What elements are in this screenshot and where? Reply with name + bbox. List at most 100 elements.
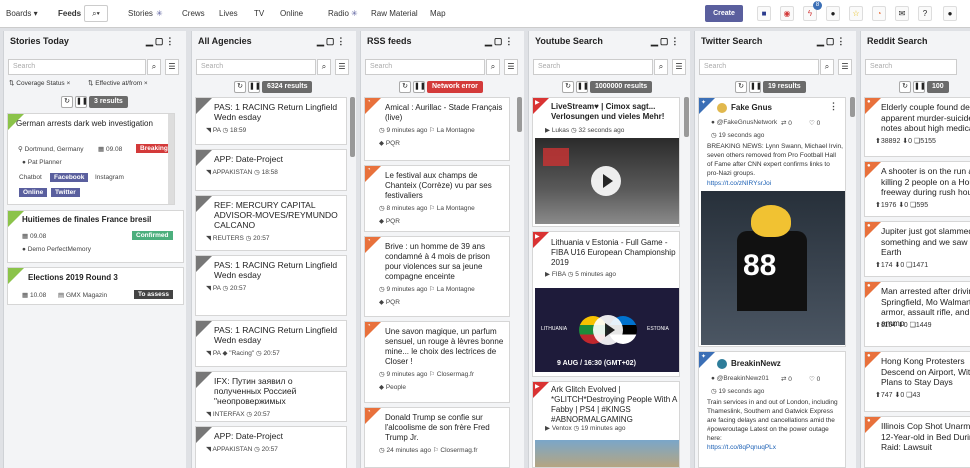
pause-icon[interactable]: ❚❚ (749, 81, 762, 93)
search-input[interactable]: Search (196, 59, 316, 75)
reddit-card[interactable]: ● Hong Kong Protesters Descend on Airport… (864, 351, 970, 412)
tweet-link[interactable]: https://t.co/zNIRYsrJoi (707, 179, 771, 189)
pause-icon[interactable]: ❚❚ (248, 81, 261, 93)
agency-card[interactable]: APP: Date-Project ◥ APPAKISTAN ◷ 18:58 (195, 149, 347, 191)
help-icon[interactable]: ? (918, 6, 932, 21)
rss-card[interactable]: ◔ Amical : Aurillac - Stade Français (liv… (364, 97, 510, 161)
retweet-count[interactable]: ⇄ 0 (781, 375, 792, 383)
refresh-icon[interactable]: ↻ (234, 81, 246, 93)
filter-settings-icon[interactable]: ☰ (165, 59, 179, 75)
pause-icon[interactable]: ❚❚ (413, 81, 426, 93)
scrollbar[interactable] (350, 97, 355, 157)
pause-icon[interactable]: ❚❚ (576, 81, 589, 93)
tweet-menu-icon[interactable]: ⋮ (829, 101, 838, 112)
scrollbar[interactable] (684, 97, 689, 137)
nav-raw-material[interactable]: Raw Material (371, 0, 418, 28)
agency-card[interactable]: REF: MERCURY CAPITAL ADVISOR-MOVES/REYMU… (195, 195, 347, 251)
nav-radio[interactable]: Radio (328, 0, 349, 28)
rss-card[interactable]: ◔ Donald Trump se confie sur l'alcoolisme… (364, 407, 510, 468)
rss-card[interactable]: ◔ Brive : un homme de 39 ans condamné à 4… (364, 236, 510, 317)
feeds-search-dropdown[interactable]: ⌕▾ (84, 5, 108, 22)
agency-card[interactable]: PAS: 1 RACING Return Lingfield Wedn esda… (195, 97, 347, 145)
scrollbar[interactable] (517, 97, 522, 132)
filter-settings-icon[interactable]: ☰ (672, 59, 686, 75)
like-count[interactable]: ♡ 0 (809, 119, 820, 127)
refresh-icon[interactable]: ↻ (562, 81, 574, 93)
nav-lives[interactable]: Lives (219, 0, 238, 28)
story-card[interactable]: Huitiemes de finales France bresil ▦ 09.… (7, 210, 184, 263)
scrollbar[interactable] (850, 97, 855, 117)
search-input[interactable]: Search (365, 59, 485, 75)
pause-icon[interactable]: ❚❚ (913, 81, 926, 93)
like-count[interactable]: ♡ 0 (809, 375, 820, 383)
refresh-icon[interactable]: ↻ (399, 81, 411, 93)
boards-menu[interactable]: Boards ▾ (6, 0, 38, 28)
filter-settings-icon[interactable]: ☰ (335, 59, 349, 75)
rss-icon[interactable]: ◔ (872, 6, 886, 21)
channel-facebook[interactable]: Facebook (50, 173, 89, 182)
nav-map[interactable]: Map (430, 0, 446, 28)
nav-online[interactable]: Online (280, 0, 303, 28)
reddit-card[interactable]: ● Elderly couple found dead apparent murd… (864, 97, 970, 157)
create-button[interactable]: Create (705, 5, 743, 22)
search-input[interactable]: Search (8, 59, 146, 75)
window-controls-icon[interactable]: ▁▢⋮ (317, 36, 347, 47)
tweet-link[interactable]: https://t.co/8qPqnuqPLx (707, 443, 776, 453)
tweet-card[interactable]: ✦ Fake Gnus ⋮ ● @FakeGnusNetwork ⇄ 0 ♡ 0… (698, 97, 846, 347)
search-icon[interactable]: ⌕ (317, 59, 331, 75)
nav-tv[interactable]: TV (254, 0, 264, 28)
window-controls-icon[interactable]: ▁▢⋮ (817, 36, 847, 47)
account-icon[interactable]: ● (943, 6, 957, 21)
window-controls-icon[interactable]: ▁▢⋮ (146, 36, 176, 47)
card-expand-handle[interactable] (168, 114, 174, 204)
window-controls-icon[interactable]: ▁▢⋮ (485, 36, 515, 47)
video-thumbnail[interactable] (535, 138, 679, 224)
refresh-icon[interactable]: ↻ (899, 81, 911, 93)
target-icon[interactable]: ◉ (780, 6, 794, 21)
search-icon[interactable]: ⌕ (147, 59, 161, 75)
filter-settings-icon[interactable]: ☰ (504, 59, 518, 75)
video-card[interactable]: ▶ Ark Glitch Evolved | *GLITCH*Destroyin… (532, 381, 680, 468)
channel-instagram[interactable]: Instagram (95, 174, 124, 181)
retweet-count[interactable]: ⇄ 0 (781, 119, 792, 127)
tweet-card[interactable]: ✦ BreakinNewz ● @BreakinNewz01 ⇄ 0 ♡ 0 ◷… (698, 351, 846, 468)
refresh-icon[interactable]: ↻ (61, 96, 73, 108)
refresh-icon[interactable]: ↻ (735, 81, 747, 93)
agency-card[interactable]: PAS: 1 RACING Return Lingfield Wedn esda… (195, 320, 347, 367)
tweet-image[interactable]: 88 (701, 191, 845, 345)
filter-effective[interactable]: ⇅ Effective at/from × (88, 79, 148, 87)
channel-online[interactable]: Online (19, 188, 48, 197)
search-icon[interactable]: ⌕ (486, 59, 500, 75)
reddit-card[interactable]: ●Jupiter just got slammed by something a… (864, 221, 970, 277)
reddit-card[interactable]: ●A shooter is on the run after killing 2… (864, 161, 970, 217)
window-controls-icon[interactable]: ▁▢⋮ (651, 36, 681, 47)
search-icon[interactable]: ⌕ (654, 59, 668, 75)
search-input[interactable]: Search (699, 59, 819, 75)
nav-stories[interactable]: Stories (128, 0, 153, 28)
story-card[interactable]: German arrests dark web investigation ⚲ … (7, 113, 175, 205)
filter-settings-icon[interactable]: ☰ (838, 59, 852, 75)
video-card[interactable]: ▶ LiveStream♥ | Cimox sagt... Verlosunge… (532, 97, 680, 227)
reddit-card[interactable]: ● Illinois Cop Shot Unarmed 12-Year-old i… (864, 416, 970, 468)
agency-card[interactable]: PAS: 1 RACING Return Lingfield Wedn esda… (195, 255, 347, 316)
agency-card[interactable]: APP: Date-Project ◥ APPAKISTAN ◷ 20:57 (195, 426, 347, 468)
chat-icon[interactable]: ✉ (895, 6, 909, 21)
flag-icon[interactable]: ■ (757, 6, 771, 21)
video-card[interactable]: ▶ Lithuania v Estonia - Full Game - FIBA… (532, 231, 680, 377)
channel-twitter[interactable]: Twitter (51, 188, 80, 197)
play-icon[interactable] (593, 315, 623, 345)
reddit-card[interactable]: ●Man arrested after driving Springfield,… (864, 281, 970, 347)
search-input[interactable]: Search (865, 59, 957, 75)
search-input[interactable]: Search (533, 59, 653, 75)
nav-crews[interactable]: Crews (182, 0, 205, 28)
video-thumbnail[interactable] (535, 440, 679, 467)
rss-card[interactable]: ◔ Une savon magique, un parfum sensuel, u… (364, 321, 510, 403)
filter-coverage[interactable]: ⇅ Coverage Status × (9, 79, 70, 87)
search-icon[interactable]: ⌕ (820, 59, 834, 75)
user-icon[interactable]: ● (826, 6, 840, 21)
channel-chatbot[interactable]: Chatbot (19, 174, 42, 181)
play-icon[interactable] (591, 166, 621, 196)
video-thumbnail[interactable]: LITHUANIA ESTONIA 9 AUG / 16:30 (GMT+02) (535, 288, 679, 372)
story-card[interactable]: Elections 2019 Round 3 ▦ 10.08 ▤ GMX Mag… (7, 267, 184, 305)
rss-card[interactable]: ◔ Le festival aux champs de Chanteix (Cor… (364, 165, 510, 232)
